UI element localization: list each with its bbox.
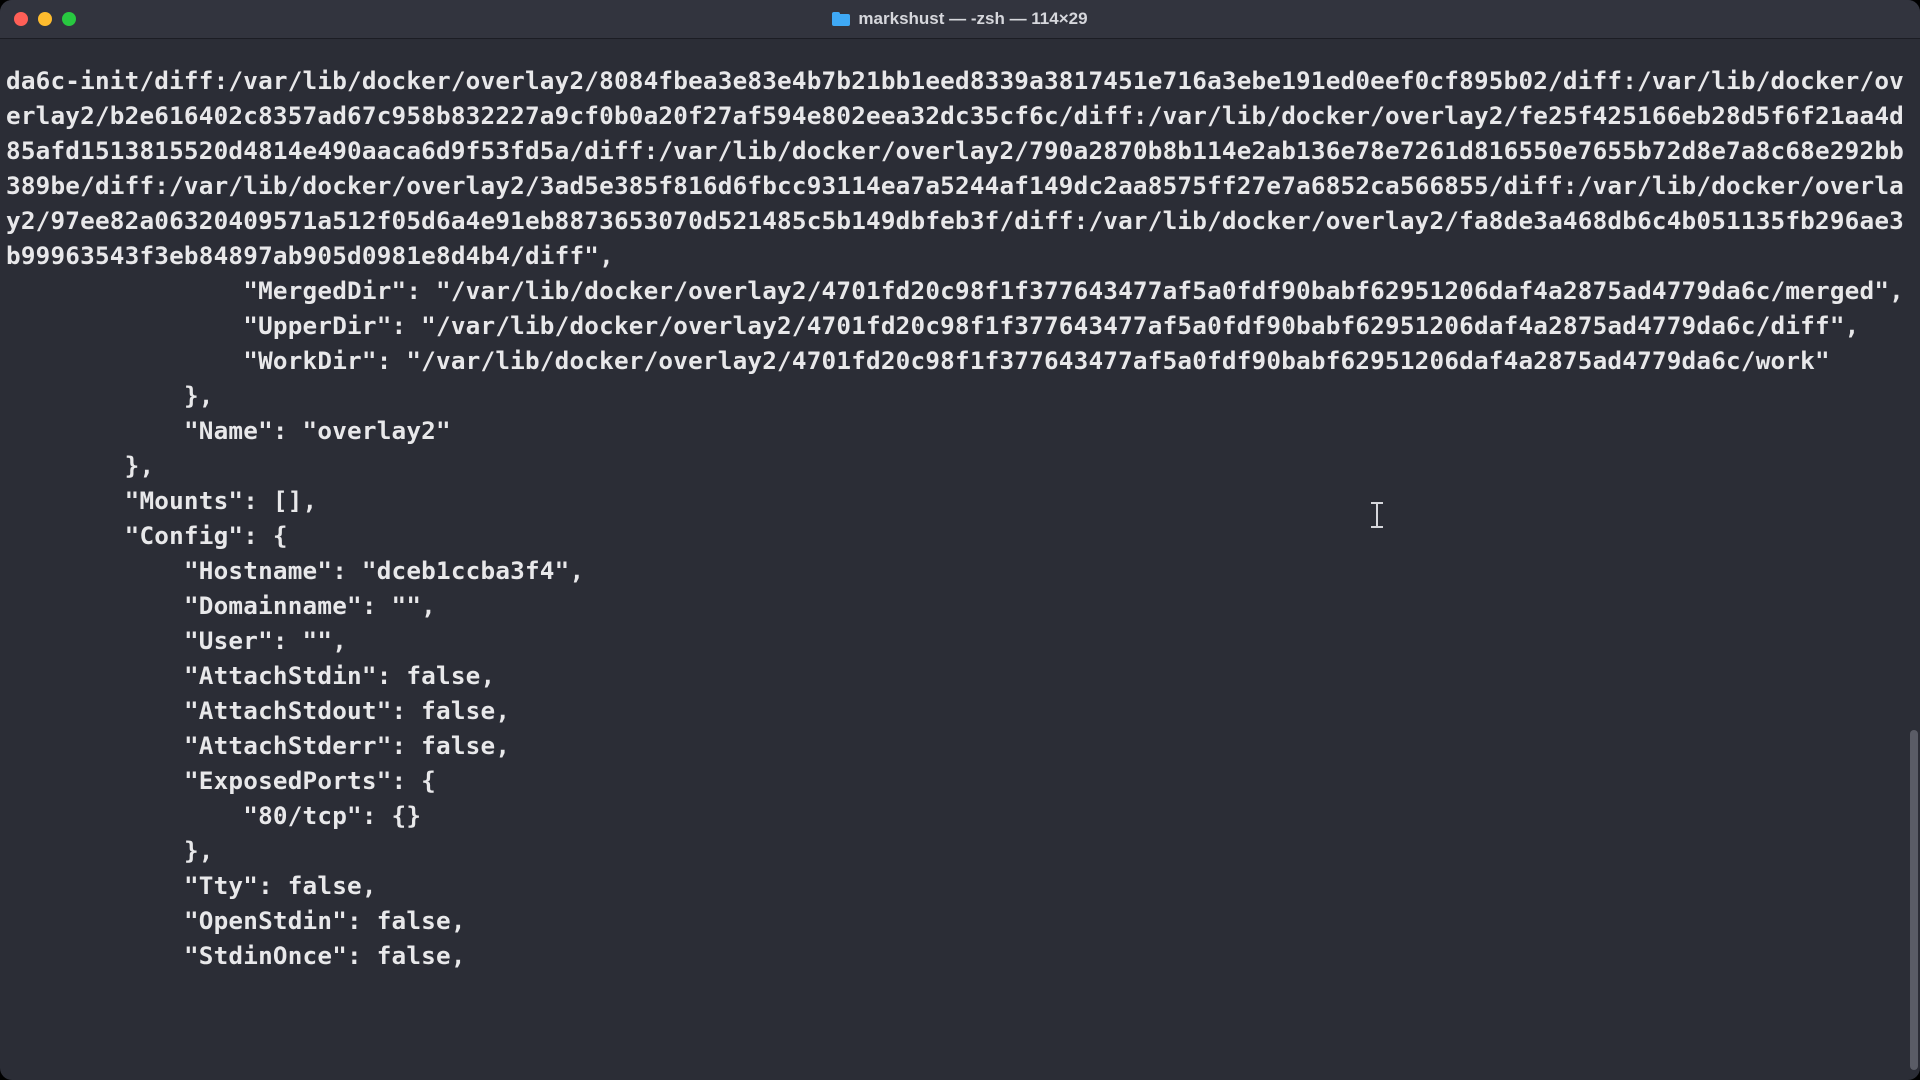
- window-title-text: markshust — -zsh — 114×29: [858, 9, 1087, 29]
- zoom-button[interactable]: [62, 12, 76, 26]
- window-title: markshust — -zsh — 114×29: [0, 9, 1920, 29]
- terminal-output[interactable]: da6c-init/diff:/var/lib/docker/overlay2/…: [0, 62, 1920, 1055]
- traffic-lights: [14, 12, 76, 26]
- scrollbar-thumb[interactable]: [1910, 730, 1918, 1070]
- close-button[interactable]: [14, 12, 28, 26]
- minimize-button[interactable]: [38, 12, 52, 26]
- scrollbar-track[interactable]: [1910, 40, 1918, 1076]
- titlebar[interactable]: markshust — -zsh — 114×29: [0, 0, 1920, 39]
- folder-icon: [832, 12, 850, 26]
- terminal-window: markshust — -zsh — 114×29 da6c-init/diff…: [0, 0, 1920, 1080]
